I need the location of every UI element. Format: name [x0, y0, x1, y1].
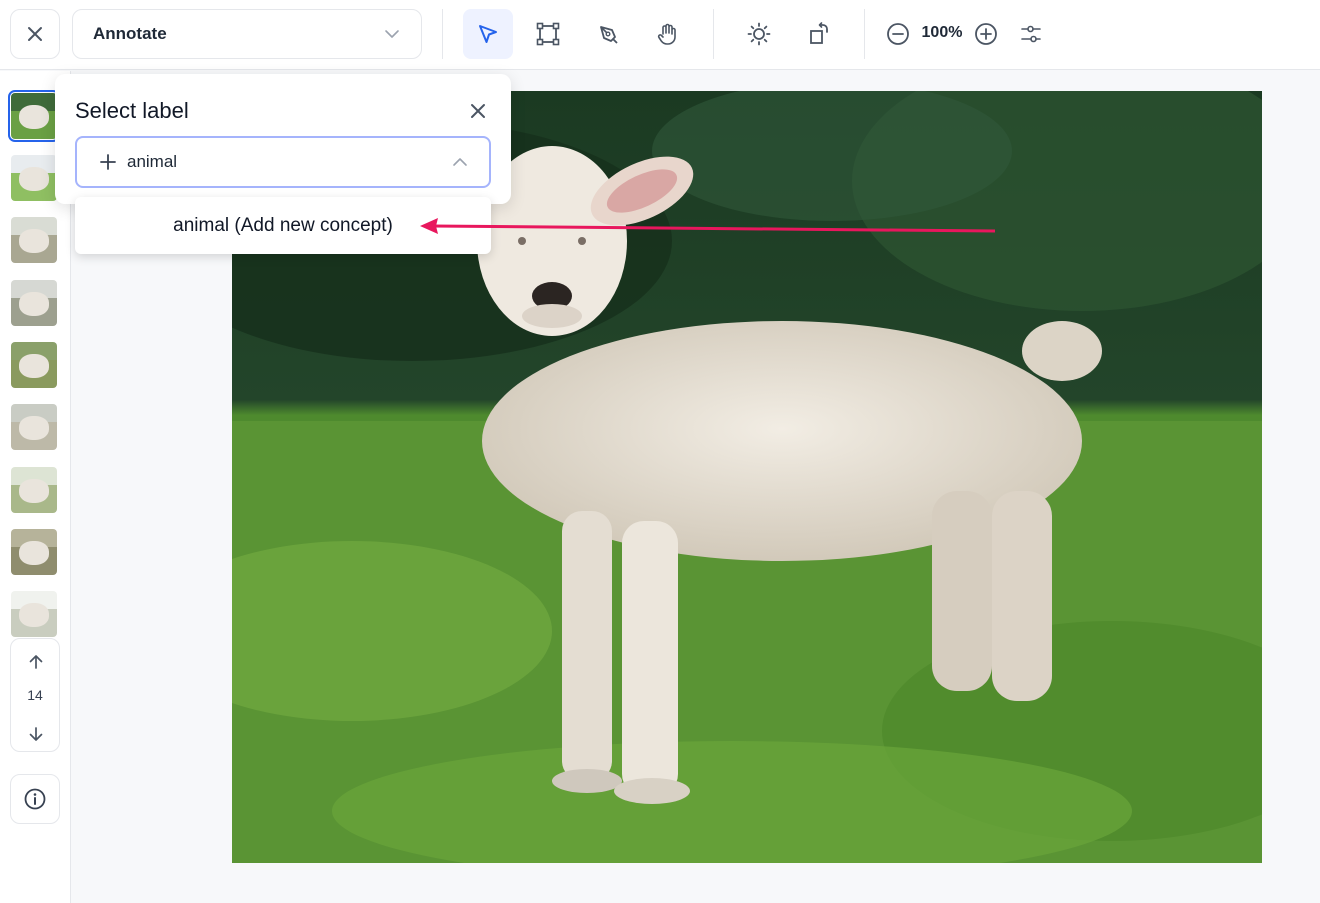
thumbnail-sheep	[19, 416, 49, 440]
image-thumbnail[interactable]	[11, 155, 57, 201]
image-thumbnail[interactable]	[11, 591, 57, 637]
thumbnail-sheep	[19, 105, 49, 129]
rotate-icon	[810, 22, 828, 44]
toolbar-divider	[864, 9, 865, 59]
top-toolbar: Annotate 100%	[0, 0, 1320, 70]
brightness-tool-button[interactable]	[734, 9, 784, 59]
thumbnail-sheep	[19, 479, 49, 503]
toolbar-divider	[442, 9, 443, 59]
close-icon	[28, 27, 42, 41]
page-number: 14	[27, 687, 43, 703]
plus-icon	[100, 154, 116, 170]
close-button[interactable]	[10, 9, 60, 59]
previous-image-button[interactable]	[23, 649, 49, 675]
popup-title: Select label	[75, 98, 189, 123]
info-button[interactable]	[10, 774, 60, 824]
zoom-out-icon	[887, 23, 909, 45]
zoom-in-icon	[975, 23, 997, 45]
mode-dropdown[interactable]: Annotate	[72, 9, 422, 59]
mode-dropdown-label: Annotate	[93, 24, 167, 43]
image-thumbnail[interactable]	[8, 90, 60, 142]
image-thumbnail[interactable]	[11, 280, 57, 326]
zoom-in-button[interactable]	[961, 9, 1011, 59]
add-new-concept-option[interactable]: animal (Add new concept)	[173, 215, 393, 237]
image-thumbnail[interactable]	[11, 529, 57, 575]
label-option-list: animal (Add new concept)	[75, 197, 491, 254]
toolbar-divider	[713, 9, 714, 59]
pen-tool-button[interactable]	[583, 9, 633, 59]
adjustments-button[interactable]	[1006, 9, 1056, 59]
hand-icon	[657, 23, 676, 45]
chevron-up-icon[interactable]	[451, 153, 469, 171]
thumbnail-sheep	[19, 541, 49, 565]
thumbnail-sheep	[19, 603, 49, 627]
image-thumbnail[interactable]	[11, 342, 57, 388]
close-icon	[471, 104, 485, 118]
image-thumbnail[interactable]	[11, 404, 57, 450]
next-image-button[interactable]	[23, 721, 49, 747]
pen-icon	[600, 26, 618, 44]
image-thumbnail[interactable]	[11, 217, 57, 263]
cursor-icon	[479, 25, 497, 43]
bbox-tool-button[interactable]	[523, 9, 573, 59]
select-tool-button[interactable]	[463, 9, 513, 59]
arrow-down-icon	[29, 727, 43, 741]
image-thumbnail[interactable]	[11, 467, 57, 513]
sun-icon	[747, 22, 771, 46]
sliders-icon	[1021, 25, 1041, 43]
label-input-value: animal	[127, 152, 178, 171]
select-label-popup: Select label animal	[55, 74, 511, 204]
bounding-box-icon	[536, 22, 560, 46]
pan-tool-button[interactable]	[643, 9, 693, 59]
popup-close-button[interactable]	[465, 98, 491, 124]
info-icon	[24, 788, 46, 810]
chevron-down-icon	[385, 30, 399, 38]
label-search-input[interactable]: animal	[75, 136, 491, 188]
pager: 14	[10, 638, 60, 752]
thumbnail-sheep	[19, 292, 49, 316]
thumbnail-sheep	[19, 354, 49, 378]
arrow-up-icon	[29, 655, 43, 669]
thumbnail-sheep	[19, 167, 49, 191]
thumbnail-sheep	[19, 229, 49, 253]
rotate-tool-button[interactable]	[794, 9, 844, 59]
